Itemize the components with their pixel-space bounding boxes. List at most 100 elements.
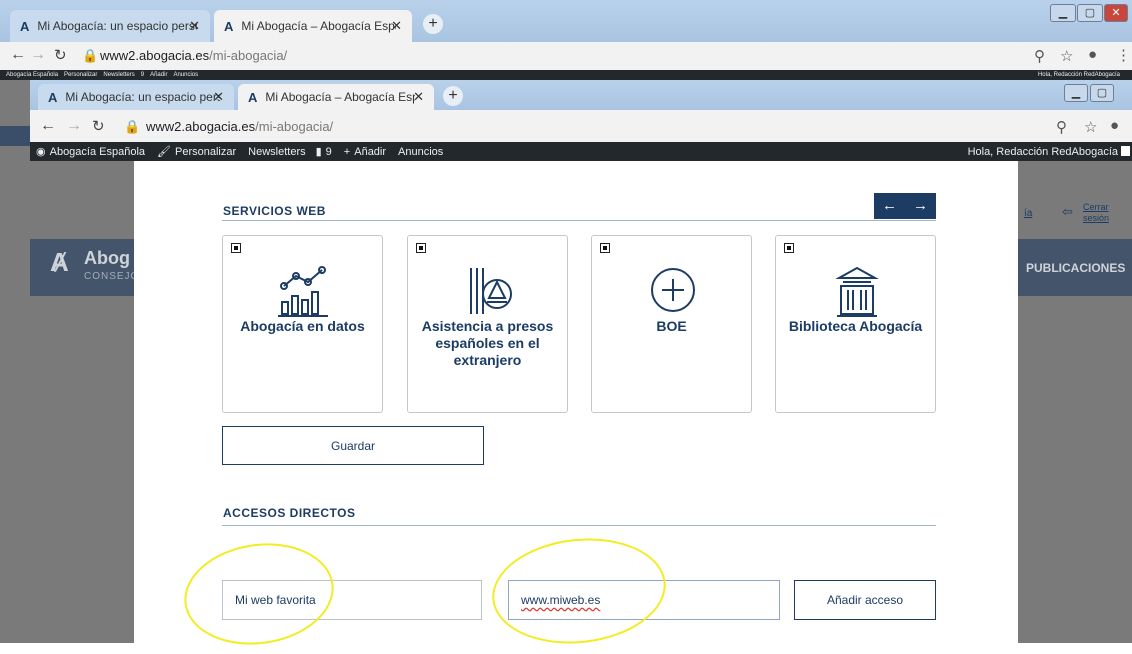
admin-ads-link[interactable]: Anuncios bbox=[398, 146, 443, 158]
abogacia-favicon-icon: A bbox=[20, 18, 30, 34]
new-tab-button[interactable]: + bbox=[443, 86, 463, 106]
forward-arrow-icon[interactable]: → bbox=[66, 117, 82, 135]
profile-icon[interactable]: ● bbox=[1110, 117, 1119, 134]
admin-greeting[interactable]: Hola, Redacción RedAbogacía bbox=[968, 146, 1118, 158]
service-card-abogacia-datos[interactable]: Abogacía en datos bbox=[222, 235, 383, 413]
outer-admin-bar: Abogacía Española Personalizar Newslette… bbox=[0, 70, 1132, 80]
library-icon bbox=[776, 264, 937, 320]
card-label: Asistencia a presos españoles en el extr… bbox=[421, 318, 554, 368]
service-card-biblioteca[interactable]: Biblioteca Abogacía bbox=[775, 235, 936, 413]
admin-customize-link[interactable]: Personalizar bbox=[175, 146, 236, 158]
service-card-boe[interactable]: BOE bbox=[591, 235, 752, 413]
highlight-ellipse bbox=[177, 534, 341, 654]
bookmark-star-icon[interactable]: ☆ bbox=[1060, 47, 1073, 65]
shortcuts-section-title: ACCESOS DIRECTOS bbox=[223, 506, 356, 520]
tab-title: Mi Abogacía – Abogacía Españo bbox=[265, 90, 415, 104]
save-button[interactable]: Guardar bbox=[222, 426, 484, 465]
outer-tab-strip: A Mi Abogacía: un espacio persona ✕ A Mi… bbox=[0, 0, 1132, 42]
card-checkbox[interactable] bbox=[600, 243, 610, 253]
url-field[interactable]: www2.abogacia.es/mi-abogacia/ bbox=[100, 48, 287, 63]
back-arrow-icon[interactable]: ← bbox=[40, 117, 56, 135]
outer-tab-2[interactable]: A Mi Abogacía – Abogacía Españo ✕ bbox=[214, 10, 412, 42]
background-nav-publicaciones: PUBLICACIONES bbox=[1026, 261, 1126, 275]
outer-admin-item[interactable]: Anuncios bbox=[173, 72, 198, 78]
divider bbox=[222, 220, 936, 221]
maximize-icon[interactable]: ▢ bbox=[1077, 4, 1103, 22]
admin-add-link[interactable]: Añadir bbox=[354, 146, 386, 158]
bookmark-star-icon[interactable]: ☆ bbox=[1084, 118, 1097, 136]
card-label: Abogacía en datos bbox=[240, 318, 365, 334]
wordpress-icon[interactable]: ◉ bbox=[36, 145, 46, 158]
inner-tab-2[interactable]: A Mi Abogacía – Abogacía Españo ✕ bbox=[238, 84, 434, 110]
comment-icon: ▮ bbox=[315, 146, 322, 158]
plus-icon: + bbox=[343, 145, 351, 158]
outer-admin-item[interactable]: Abogacía Española bbox=[6, 72, 58, 78]
close-tab-icon[interactable]: ✕ bbox=[213, 89, 224, 105]
outer-admin-item[interactable]: 9 bbox=[141, 72, 144, 78]
next-arrow-button[interactable]: → bbox=[905, 193, 936, 219]
divider bbox=[222, 525, 936, 526]
lock-icon: 🔒 bbox=[124, 119, 141, 134]
url-host: www2.abogacia.es bbox=[146, 119, 256, 134]
menu-dots-icon[interactable]: ⋮ bbox=[1116, 46, 1131, 64]
abogacia-logo-icon: Ⱥ bbox=[50, 247, 69, 277]
brush-icon: 🖌 bbox=[157, 146, 171, 158]
forward-arrow-icon[interactable]: → bbox=[30, 46, 46, 64]
highlight-ellipse bbox=[487, 530, 671, 652]
inner-tab-1[interactable]: A Mi Abogacía: un espacio persona ✕ bbox=[38, 84, 234, 110]
background-logout-link: Cerrar sesión bbox=[1083, 202, 1110, 223]
close-tab-icon[interactable]: ✕ bbox=[189, 18, 200, 34]
customize-modal: SERVICIOS WEB ← → Abogacía en datos Asis… bbox=[134, 161, 1018, 654]
avatar[interactable] bbox=[1121, 146, 1130, 156]
card-label: BOE bbox=[656, 318, 687, 334]
abogacia-favicon-icon: A bbox=[248, 89, 258, 105]
admin-site-link[interactable]: Abogacía Española bbox=[50, 146, 145, 158]
window-close-icon[interactable]: ✕ bbox=[1104, 4, 1128, 22]
abogacia-favicon-icon: A bbox=[48, 89, 58, 105]
chart-icon bbox=[223, 264, 384, 320]
admin-newsletters-link[interactable]: Newsletters bbox=[248, 146, 305, 158]
card-label: Biblioteca Abogacía bbox=[788, 318, 923, 334]
reload-icon[interactable]: ↻ bbox=[92, 117, 105, 135]
outer-admin-item[interactable]: Newsletters bbox=[103, 72, 134, 78]
outer-admin-item[interactable]: Añadir bbox=[150, 72, 167, 78]
plus-circle-icon bbox=[592, 264, 753, 320]
url-path: /mi-abogacia/ bbox=[209, 48, 288, 63]
inner-address-bar: ← → ↻ 🔒 www2.abogacia.es/mi-abogacia/ ⚲ … bbox=[0, 110, 1132, 142]
tab-title: Mi Abogacía: un espacio persona bbox=[37, 19, 198, 33]
minimize-icon[interactable]: ▁ bbox=[1064, 84, 1088, 102]
logout-icon: ⇦ bbox=[1062, 204, 1073, 219]
background-logo-sub: CONSEJO bbox=[84, 271, 140, 282]
outer-logo-band bbox=[0, 126, 30, 146]
service-card-asistencia-presos[interactable]: Asistencia a presos españoles en el extr… bbox=[407, 235, 568, 413]
inner-admin-bar: ◉ Abogacía Española 🖌 Personalizar Newsl… bbox=[30, 142, 1132, 161]
new-tab-button[interactable]: + bbox=[423, 14, 443, 34]
card-checkbox[interactable] bbox=[231, 243, 241, 253]
lock-icon: 🔒 bbox=[82, 48, 99, 63]
background-link-partial: ía bbox=[1024, 208, 1033, 219]
outer-admin-greeting[interactable]: Hola, Redacción RedAbogacía bbox=[1038, 72, 1120, 78]
add-shortcut-button[interactable]: Añadir acceso bbox=[794, 580, 936, 620]
inner-tab-strip: A Mi Abogacía: un espacio persona ✕ A Mi… bbox=[0, 80, 1132, 110]
outer-tab-1[interactable]: A Mi Abogacía: un espacio persona ✕ bbox=[10, 10, 210, 42]
url-field[interactable]: www2.abogacia.es/mi-abogacia/ bbox=[146, 119, 333, 134]
carousel-controls: ← → bbox=[874, 193, 936, 219]
tab-title: Mi Abogacía – Abogacía Españo bbox=[241, 19, 396, 33]
back-arrow-icon[interactable]: ← bbox=[10, 46, 26, 64]
url-path: /mi-abogacia/ bbox=[255, 119, 334, 134]
close-tab-icon[interactable]: ✕ bbox=[391, 18, 402, 34]
reload-icon[interactable]: ↻ bbox=[54, 46, 67, 64]
url-host: www2.abogacia.es bbox=[100, 48, 210, 63]
card-checkbox[interactable] bbox=[416, 243, 426, 253]
zoom-icon[interactable]: ⚲ bbox=[1056, 118, 1067, 136]
admin-comments-count[interactable]: 9 bbox=[326, 146, 332, 158]
prev-arrow-button[interactable]: ← bbox=[874, 193, 905, 219]
card-checkbox[interactable] bbox=[784, 243, 794, 253]
zoom-icon[interactable]: ⚲ bbox=[1034, 47, 1045, 65]
close-tab-icon[interactable]: ✕ bbox=[413, 89, 424, 105]
profile-icon[interactable]: ● bbox=[1088, 46, 1097, 63]
outer-admin-item[interactable]: Personalizar bbox=[64, 72, 97, 78]
maximize-icon[interactable]: ▢ bbox=[1090, 84, 1114, 102]
tab-title: Mi Abogacía: un espacio persona bbox=[65, 90, 221, 104]
minimize-icon[interactable]: ▁ bbox=[1050, 4, 1076, 22]
